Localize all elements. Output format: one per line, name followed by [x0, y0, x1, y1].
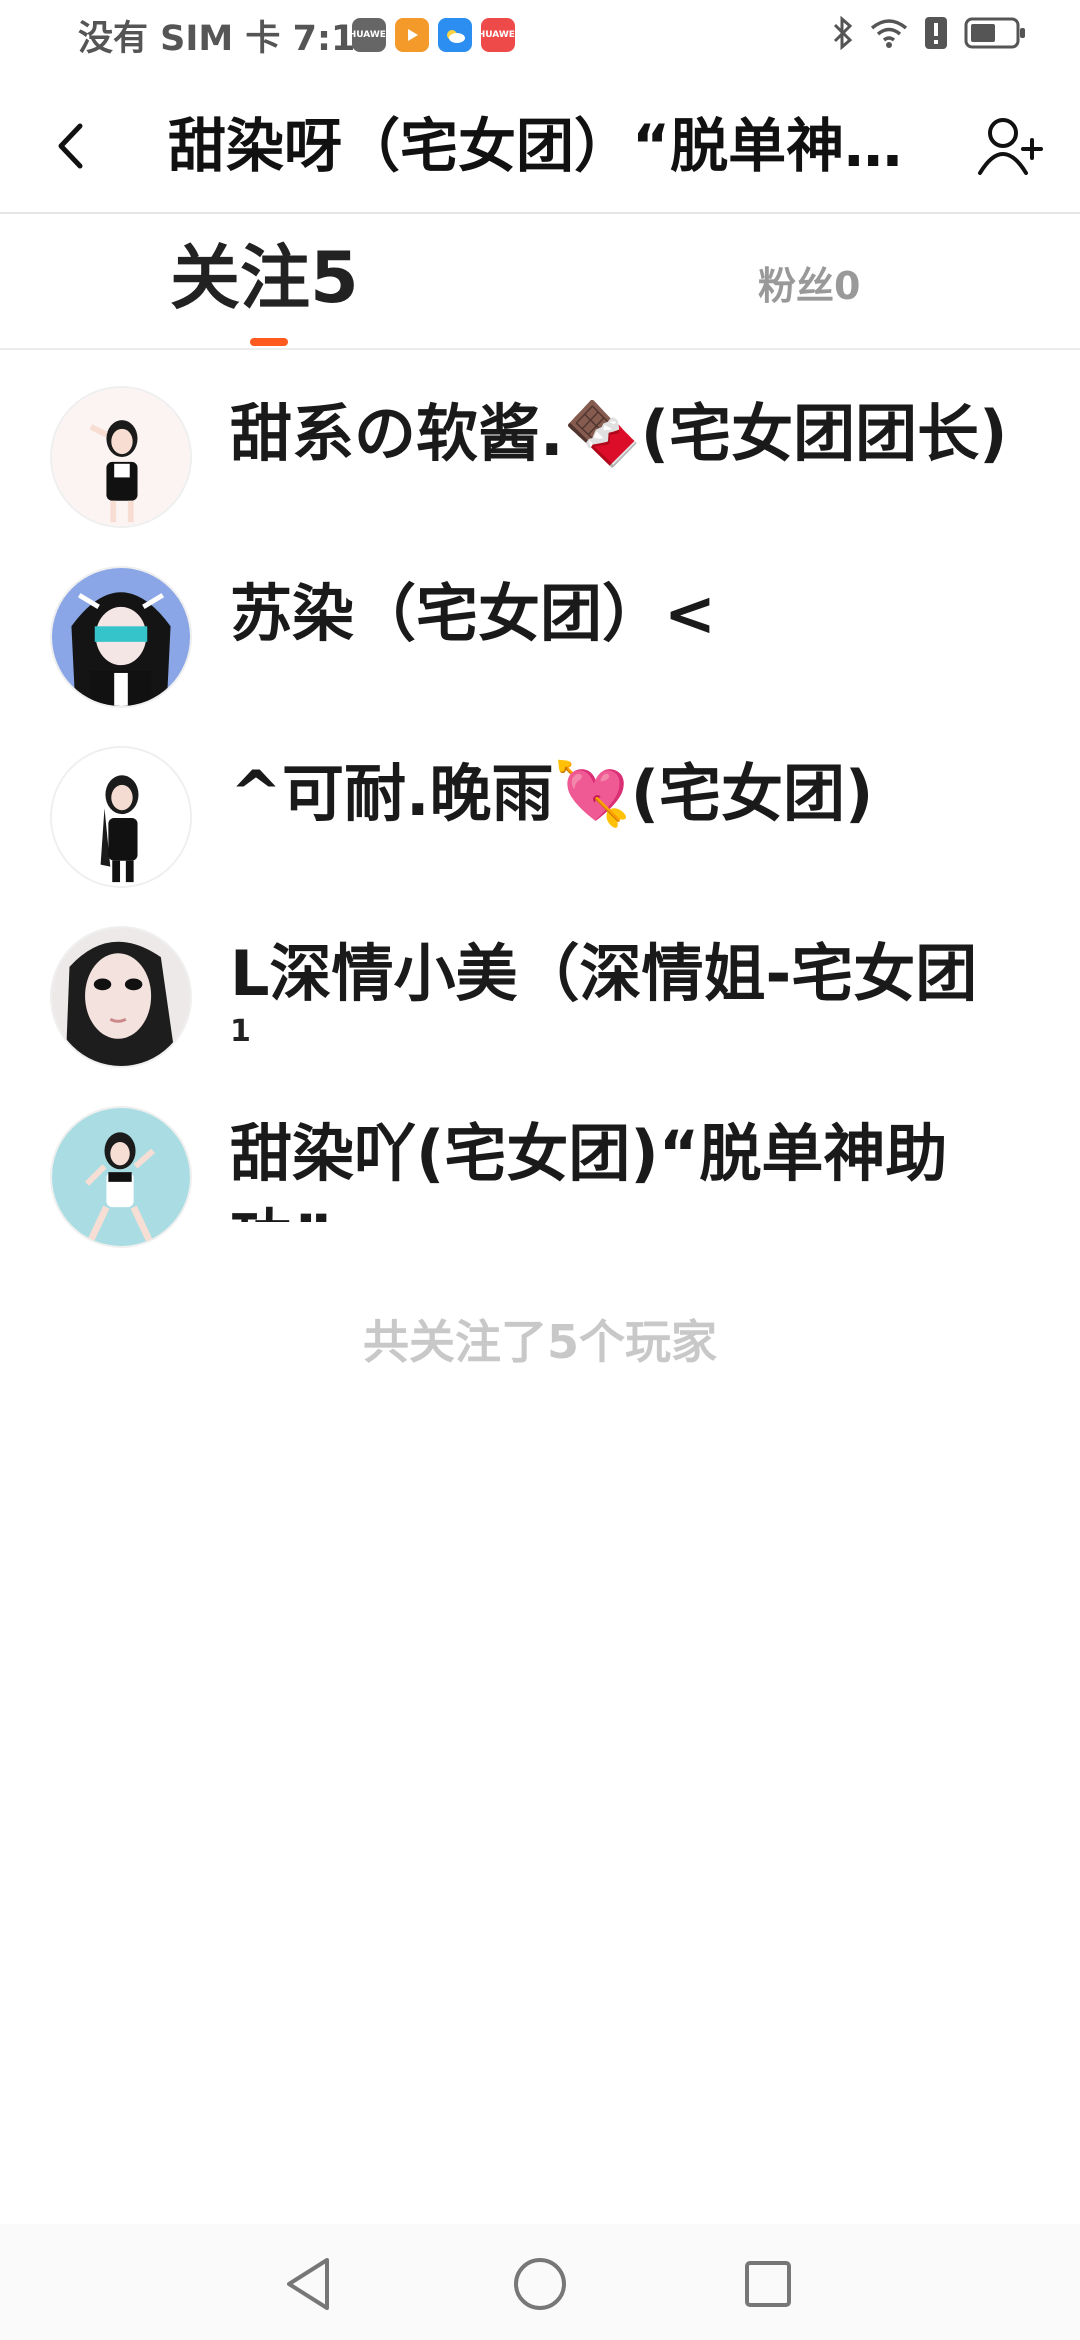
list-item[interactable]: 甜系の软酱.🍫(宅女团团长)	[0, 350, 1080, 530]
list-item[interactable]: 甜染吖(宅女团)“脱单神助功”	[0, 1070, 1080, 1250]
player-name: ^可耐.晚雨💘(宅女团)	[230, 757, 874, 830]
nav-recents-button[interactable]	[732, 2248, 804, 2320]
avatar[interactable]	[50, 1106, 192, 1248]
add-user-icon	[978, 118, 1043, 175]
wifi-icon	[870, 19, 908, 48]
alert-icon	[925, 17, 947, 49]
battery-icon	[964, 17, 1025, 49]
status-bar: 没有 SIM 卡 7:17 HUAWEI HUAWEI	[0, 0, 1080, 78]
status-carrier-time: 没有 SIM 卡 7:17	[78, 19, 380, 59]
chevron-left-icon	[58, 123, 83, 169]
name-suffix-badge: 1	[230, 1014, 251, 1049]
player-name: L深情小美（深情姐-宅女团	[230, 937, 978, 1010]
avatar[interactable]	[50, 566, 192, 708]
huawei-notification-icon: HUAWEI	[352, 18, 386, 52]
tab-bar: 关注5 粉丝0	[0, 216, 1080, 350]
huawei-store-icon: HUAWEI	[481, 18, 515, 52]
back-button[interactable]	[40, 108, 100, 184]
player-name: 甜染吖(宅女团)“脱单神助功”	[230, 1117, 948, 1222]
nav-home-button[interactable]	[504, 2248, 576, 2320]
add-friend-button[interactable]	[972, 108, 1048, 184]
notification-icons: HUAWEI HUAWEI	[352, 18, 515, 52]
avatar[interactable]	[50, 926, 192, 1068]
follow-count-footer: 共关注了5个玩家	[362, 1315, 717, 1369]
huawei-notification-label: HUAWEI	[352, 30, 386, 40]
page-title: 甜染呀（宅女团）“脱单神助功”	[168, 112, 916, 180]
list-item[interactable]: L深情小美（深情姐-宅女团 1	[0, 890, 1080, 1070]
tab-following[interactable]: 关注5	[170, 238, 359, 318]
app-screen: 没有 SIM 卡 7:17 HUAWEI HUAWEI 甜染呀（宅女团）“脱单神…	[0, 0, 1080, 2340]
list-item[interactable]: 苏染（宅女团）<	[0, 530, 1080, 710]
tab-fans[interactable]: 粉丝0	[758, 258, 860, 314]
weather-app-icon	[438, 18, 472, 52]
huawei-store-label: HUAWEI	[481, 30, 515, 40]
system-icons	[832, 16, 1026, 50]
tab-following-label: 关注5	[170, 237, 359, 319]
active-tab-indicator	[250, 338, 288, 346]
top-app-bar: 甜染呀（宅女团）“脱单神助功”	[0, 78, 1080, 214]
player-name: 甜系の软酱.🍫(宅女团团长)	[230, 397, 1008, 470]
follow-list: 甜系の软酱.🍫(宅女团团长) 苏染（宅女团）< ^可耐.晚雨💘(宅女团) L深情…	[0, 350, 1080, 1250]
list-item[interactable]: ^可耐.晚雨💘(宅女团)	[0, 710, 1080, 890]
video-app-icon	[395, 18, 429, 52]
triangle-back-icon	[287, 2258, 329, 2310]
system-nav-bar	[0, 2224, 1080, 2340]
player-name: 苏染（宅女团）<	[230, 577, 716, 650]
avatar[interactable]	[50, 746, 192, 888]
square-recents-icon	[745, 2261, 791, 2307]
circle-home-icon	[514, 2258, 566, 2310]
nav-back-button[interactable]	[272, 2248, 344, 2320]
bluetooth-icon	[833, 16, 853, 50]
avatar[interactable]	[50, 386, 192, 528]
